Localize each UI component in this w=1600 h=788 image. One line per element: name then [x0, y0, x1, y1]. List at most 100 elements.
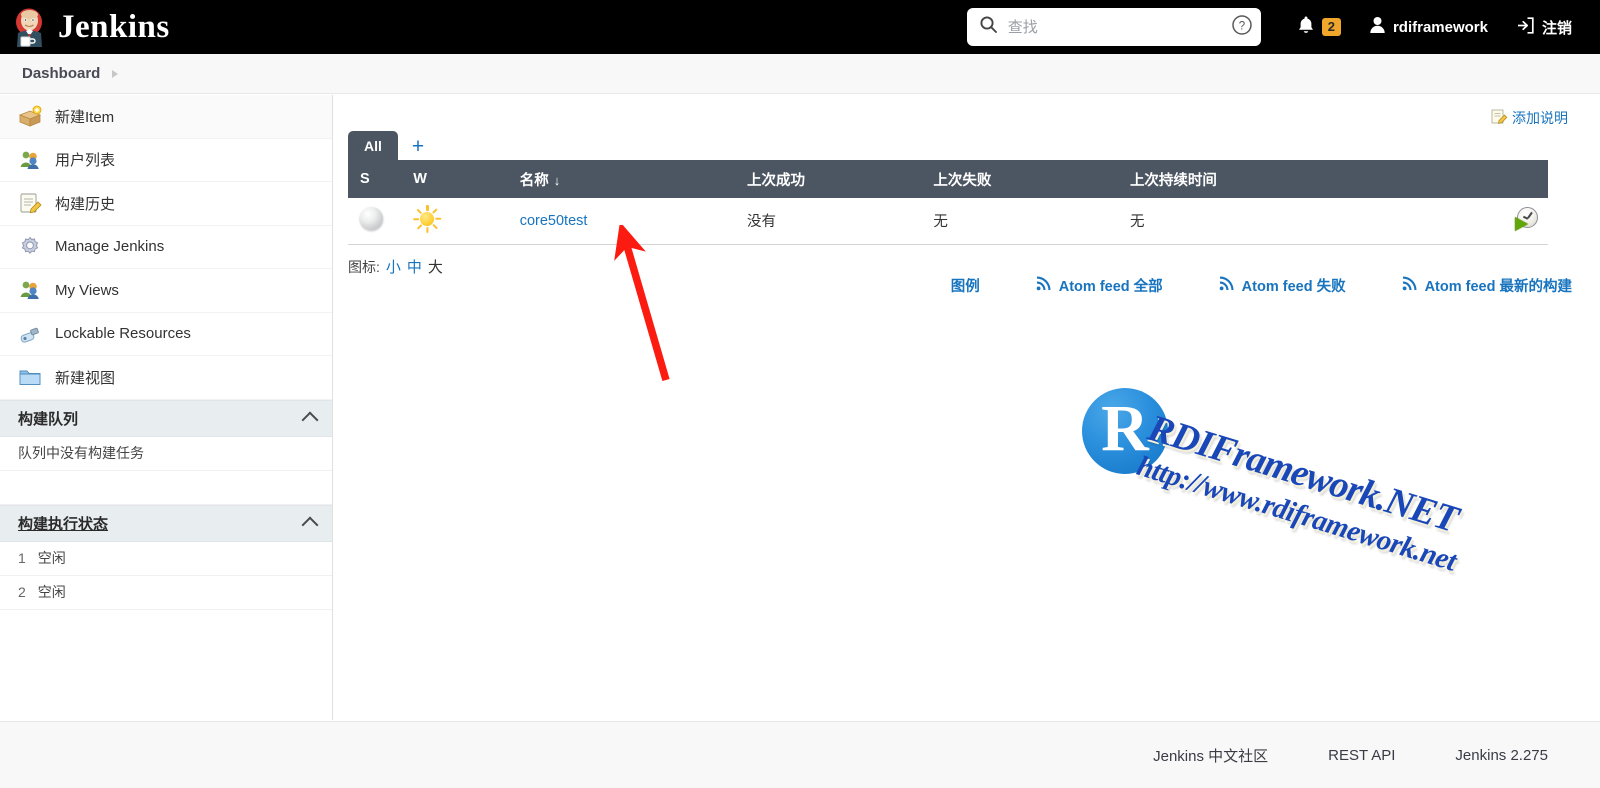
cell-status: [348, 198, 402, 245]
logout-button[interactable]: 注销: [1502, 0, 1586, 54]
sidebar-item-lockable-resources[interactable]: Lockable Resources: [0, 313, 332, 356]
executor-row[interactable]: 1 空闲: [0, 542, 332, 576]
column-header-last-duration[interactable]: 上次持续时间: [1117, 160, 1426, 198]
atom-feed-failed-label: Atom feed 失败: [1241, 279, 1346, 295]
weather-sunny-icon: [413, 204, 442, 233]
chevron-up-icon[interactable]: [301, 411, 319, 429]
page-footer: Jenkins 中文社区 REST API Jenkins 2.275: [0, 721, 1600, 788]
search-icon: [979, 15, 998, 39]
icon-size-large[interactable]: 大: [428, 256, 443, 277]
breadcrumb: Dashboard: [0, 54, 1600, 94]
sidebar-item-user-list[interactable]: 用户列表: [0, 139, 332, 182]
add-description-link[interactable]: 添加说明: [1491, 108, 1568, 128]
sidebar-item-label: Lockable Resources: [55, 325, 191, 343]
usb-lock-icon: [18, 322, 42, 346]
folder-icon: [18, 365, 42, 389]
header-actions: ? 2 rdiframework: [966, 0, 1600, 54]
search-box[interactable]: ?: [966, 8, 1261, 46]
sidebar-item-build-history[interactable]: 构建历史: [0, 182, 332, 226]
people-icon: [18, 148, 42, 172]
footer-link-version[interactable]: Jenkins 2.275: [1455, 747, 1548, 764]
tab-all[interactable]: All: [348, 131, 398, 160]
person-icon: [1369, 16, 1386, 38]
sort-descending-icon: ↓: [553, 172, 561, 188]
sidebar-item-new-item[interactable]: 新建Item: [0, 95, 332, 139]
jobs-table: S W 名称 ↓ 上次成功 上次失败 上次持续时间 core50test 没有 …: [348, 160, 1548, 245]
column-header-weather[interactable]: W: [401, 160, 508, 198]
svg-text:?: ?: [1239, 20, 1245, 32]
legend-link[interactable]: 图例: [951, 275, 980, 296]
cell-last-success: 没有: [735, 198, 922, 245]
sidebar-item-label: Manage Jenkins: [55, 238, 165, 256]
column-header-actions: [1425, 160, 1548, 198]
executor-status: 空闲: [37, 550, 66, 566]
column-header-status[interactable]: S: [348, 160, 402, 198]
build-executor-header[interactable]: 构建执行状态: [0, 504, 332, 542]
plus-icon[interactable]: +: [398, 136, 438, 160]
build-queue-title: 构建队列: [18, 410, 79, 428]
logout-label: 注销: [1541, 19, 1572, 37]
build-queue-header[interactable]: 构建队列: [0, 399, 332, 437]
user-menu-button[interactable]: rdiframework: [1355, 0, 1502, 54]
feed-links: 图例 Atom feed 全部 Atom feed 失败 Atom feed 最…: [951, 275, 1572, 296]
user-name-label: rdiframework: [1392, 18, 1488, 36]
notifications-button[interactable]: 2: [1283, 0, 1355, 54]
atom-feed-latest-link[interactable]: Atom feed 最新的构建: [1402, 275, 1572, 296]
executor-number: 1: [18, 550, 26, 566]
column-header-name-label: 名称: [519, 172, 549, 189]
sidebar-item-label: 构建历史: [55, 195, 116, 213]
cell-last-failure: 无: [921, 198, 1118, 245]
sidebar-item-label: My Views: [55, 281, 119, 299]
sidebar-item-new-view[interactable]: 新建视图: [0, 356, 332, 400]
atom-feed-failed-link[interactable]: Atom feed 失败: [1219, 275, 1346, 296]
executor-row[interactable]: 2 空闲: [0, 576, 332, 610]
icon-size-medium[interactable]: 中: [407, 256, 422, 277]
icon-size-small[interactable]: 小: [386, 256, 401, 277]
jenkins-butler-icon: [12, 7, 50, 47]
search-input[interactable]: [1005, 17, 1223, 37]
status-ball-grey-icon[interactable]: [360, 207, 383, 231]
sidebar-item-label: 新建视图: [55, 369, 116, 387]
rss-icon: [1402, 276, 1417, 295]
jenkins-home-link[interactable]: Jenkins: [12, 7, 170, 47]
view-tabs: All +: [348, 131, 438, 160]
atom-feed-all-link[interactable]: Atom feed 全部: [1036, 275, 1163, 296]
build-queue-spacer: [0, 471, 332, 505]
atom-feed-latest-label: Atom feed 最新的构建: [1424, 279, 1572, 295]
breadcrumb-item-dashboard[interactable]: Dashboard: [22, 65, 100, 82]
column-header-name[interactable]: 名称 ↓: [507, 160, 736, 198]
add-description-label: 添加说明: [1512, 110, 1568, 126]
help-circle-icon[interactable]: ?: [1231, 14, 1253, 41]
chevron-up-icon[interactable]: [301, 516, 319, 534]
cell-actions: [1425, 198, 1548, 245]
sidebar-item-manage-jenkins[interactable]: Manage Jenkins: [0, 226, 332, 269]
executor-number: 2: [18, 584, 26, 600]
column-header-last-failure[interactable]: 上次失败: [921, 160, 1118, 198]
footer-link-rest-api[interactable]: REST API: [1328, 747, 1395, 764]
sidebar-item-label: 新建Item: [55, 108, 115, 126]
sidebar: 新建Item 用户列表 构建历史 Manage Jenkins My Views…: [0, 95, 333, 720]
cell-weather: [401, 198, 508, 245]
jobs-table-header-row: S W 名称 ↓ 上次成功 上次失败 上次持续时间: [348, 160, 1548, 198]
icon-size-selector: 图标: 小 中 大: [348, 256, 443, 277]
sidebar-item-label: 用户列表: [55, 152, 116, 170]
icon-size-label: 图标:: [348, 259, 380, 275]
chevron-right-icon[interactable]: [112, 69, 119, 78]
sidebar-item-my-views[interactable]: My Views: [0, 269, 332, 313]
notepad-icon: [18, 191, 42, 215]
gear-icon: [18, 235, 42, 259]
column-header-last-success[interactable]: 上次成功: [735, 160, 922, 198]
build-executor-title: 构建执行状态: [18, 515, 109, 533]
brand-title: Jenkins: [58, 8, 170, 45]
job-link-core50test[interactable]: core50test: [520, 213, 588, 229]
people-icon: [18, 278, 42, 302]
schedule-build-icon[interactable]: [1514, 206, 1540, 232]
footer-link-community[interactable]: Jenkins 中文社区: [1153, 745, 1268, 766]
new-item-icon: [18, 104, 42, 128]
rss-icon: [1036, 276, 1051, 295]
notification-count-badge: 2: [1321, 18, 1341, 36]
table-row[interactable]: core50test 没有 无 无: [348, 198, 1548, 245]
bell-icon: [1297, 15, 1315, 39]
cell-job-name: core50test: [507, 198, 736, 245]
executor-status: 空闲: [37, 584, 66, 600]
